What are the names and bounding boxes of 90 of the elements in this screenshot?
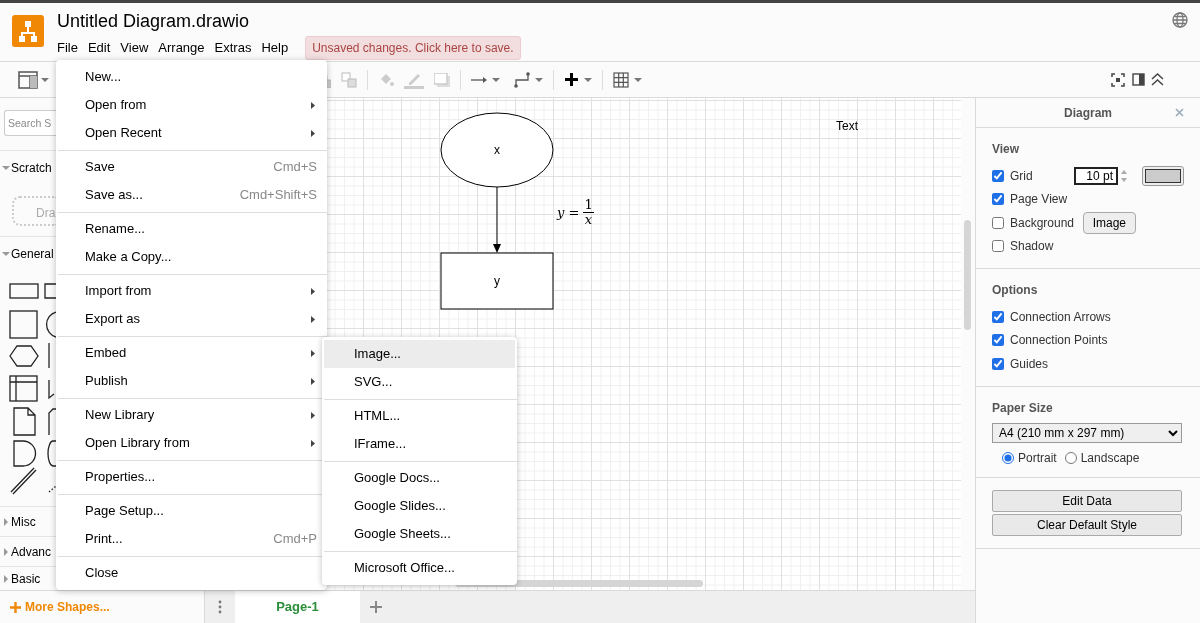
caret-icon[interactable] xyxy=(535,77,543,82)
add-page-icon[interactable] xyxy=(370,601,382,613)
more-icon[interactable] xyxy=(218,600,222,614)
section-heading: View xyxy=(992,141,1021,158)
checkbox[interactable] xyxy=(992,169,1004,182)
radio-button[interactable] xyxy=(1002,451,1014,464)
menu-item[interactable]: Close xyxy=(56,559,327,587)
globe-icon[interactable] xyxy=(1172,12,1188,28)
caret-down-icon[interactable] xyxy=(2,251,10,256)
checkbox-label: Grid xyxy=(1010,167,1033,185)
caret-right-icon[interactable] xyxy=(4,574,8,583)
caret-icon[interactable] xyxy=(634,77,642,82)
submenu-arrow-icon xyxy=(311,349,315,357)
menu-item[interactable]: Make a Copy... xyxy=(56,243,327,271)
checkbox[interactable] xyxy=(992,216,1004,229)
section-title[interactable]: Basic xyxy=(11,569,41,588)
menu-item[interactable]: File xyxy=(57,38,83,58)
caret-right-icon[interactable] xyxy=(4,547,8,556)
checkbox-label: Connection Arrows xyxy=(1010,308,1111,326)
menu-item[interactable]: Edit xyxy=(82,38,116,58)
waypoint-icon[interactable] xyxy=(514,71,530,88)
app-logo xyxy=(12,15,44,47)
menu-item[interactable]: Save as... Cmd+Shift+S xyxy=(56,181,327,209)
submenu-arrow-icon xyxy=(311,129,315,137)
menu-item[interactable]: View xyxy=(115,38,154,58)
section-title[interactable]: Scratch xyxy=(11,158,52,177)
submenu-arrow-icon xyxy=(311,411,315,419)
checkbox-label: Shadow xyxy=(1010,238,1054,256)
submenu-arrow-icon xyxy=(311,439,315,447)
rectangle-shape[interactable]: y xyxy=(440,252,554,310)
checkbox-label: Guides xyxy=(1010,355,1049,373)
caret-down-icon[interactable] xyxy=(2,165,10,170)
menu-item[interactable]: Open Recent xyxy=(56,119,327,147)
page-tab[interactable]: Page-1 xyxy=(235,591,360,623)
panel-button[interactable]: Clear Default Style xyxy=(992,513,1182,536)
menu-item[interactable]: Import from xyxy=(56,277,327,305)
image-button[interactable]: Image xyxy=(1082,211,1136,234)
checkbox-label: Connection Points xyxy=(1010,332,1108,350)
checkbox[interactable] xyxy=(992,334,1004,347)
submenu-arrow-icon xyxy=(311,101,315,109)
grid-size-field[interactable]: 10 pt xyxy=(1074,166,1118,185)
radio-label: Portrait xyxy=(1018,449,1057,467)
menu-item[interactable]: Image... xyxy=(324,340,515,368)
checkbox-label: Page View xyxy=(1010,191,1068,209)
unsaved-changes-notice[interactable]: Unsaved changes. Click here to save. xyxy=(305,36,521,60)
caret-right-icon[interactable] xyxy=(4,517,8,526)
section-title[interactable]: General xyxy=(11,244,54,263)
layout-icon[interactable] xyxy=(18,70,38,89)
menu-item[interactable]: Rename... xyxy=(56,215,327,243)
checkbox[interactable] xyxy=(992,240,1004,253)
submenu-arrow-icon xyxy=(311,315,315,323)
search-field[interactable]: Search S xyxy=(4,110,56,136)
scrollbar-thumb[interactable] xyxy=(964,220,971,330)
menu-item[interactable]: New... xyxy=(56,63,327,91)
plus-icon[interactable] xyxy=(564,72,579,87)
caret-icon[interactable] xyxy=(41,77,49,82)
checkbox[interactable] xyxy=(992,357,1004,370)
section-heading: Options xyxy=(992,282,1039,299)
menu-item[interactable]: Arrange xyxy=(153,38,210,58)
ellipse-shape[interactable]: x xyxy=(440,112,554,188)
section-heading: Paper Size xyxy=(992,399,1054,417)
checkbox-label: Background xyxy=(1010,214,1075,232)
section-title[interactable]: Advanc xyxy=(11,542,52,561)
checkbox[interactable] xyxy=(992,193,1004,206)
collapse-icon[interactable] xyxy=(1151,73,1164,86)
radio-button[interactable] xyxy=(1064,451,1077,464)
checkbox[interactable] xyxy=(992,310,1004,323)
close-icon[interactable] xyxy=(1175,108,1184,117)
menu-item[interactable]: Open from xyxy=(56,91,327,119)
menu-item[interactable]: Export as xyxy=(56,305,327,333)
section-title[interactable]: Misc xyxy=(11,512,36,531)
grid-color-swatch[interactable] xyxy=(1142,165,1184,186)
connector-arrow[interactable] xyxy=(493,186,501,253)
arrow-icon[interactable] xyxy=(471,75,487,84)
panel-title: Diagram xyxy=(1064,104,1112,122)
submenu-arrow-icon xyxy=(311,377,315,385)
panel-button[interactable]: Edit Data xyxy=(992,489,1182,512)
fit-icon[interactable] xyxy=(1111,72,1125,87)
caret-icon[interactable] xyxy=(492,77,500,82)
menu-item[interactable]: Help xyxy=(256,38,294,58)
menu-item[interactable]: Save Cmd+S xyxy=(56,153,327,181)
paper-size-select[interactable]: A4 (210 mm x 297 mm) xyxy=(992,422,1182,443)
format-panel-icon[interactable] xyxy=(1132,73,1145,86)
submenu-arrow-icon xyxy=(311,287,315,295)
document-title: Untitled Diagram.drawio xyxy=(57,10,251,32)
table-icon[interactable] xyxy=(613,71,629,88)
radio-label: Landscape xyxy=(1080,449,1140,467)
caret-icon[interactable] xyxy=(584,77,592,82)
menu-item[interactable]: Extras xyxy=(209,38,257,58)
text-label[interactable]: Text xyxy=(836,117,858,135)
